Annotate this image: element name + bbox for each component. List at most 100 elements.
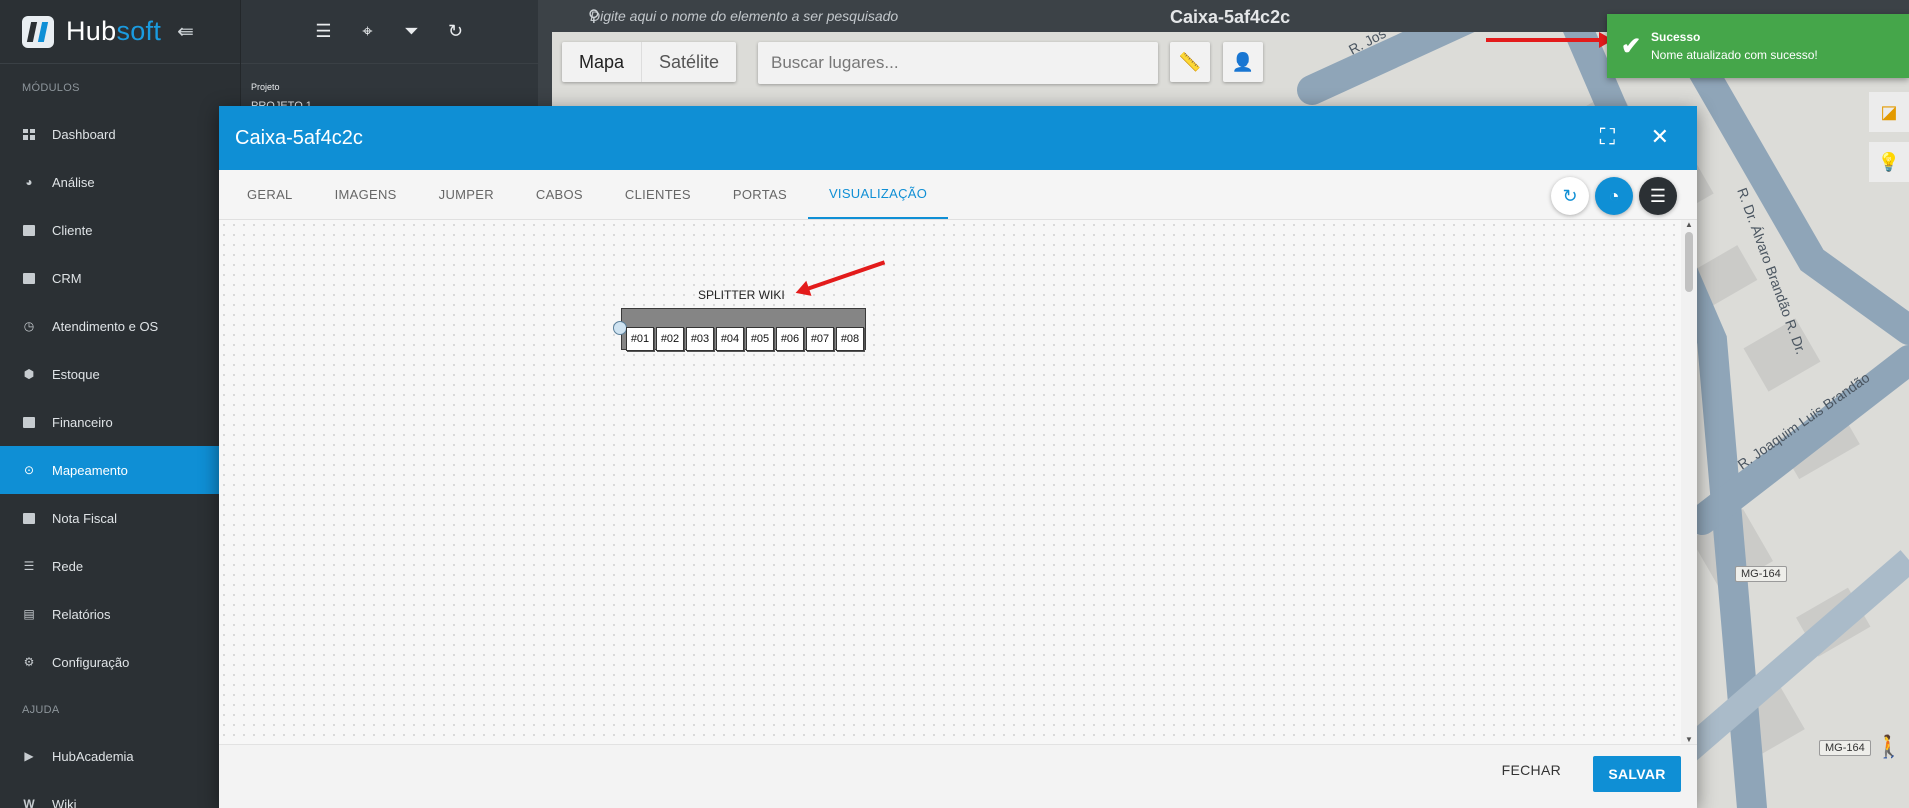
fullscreen-icon[interactable]: ⛶ bbox=[1600, 124, 1615, 150]
report-icon: ▤ bbox=[23, 607, 35, 621]
filter-icon[interactable]: ⏷ bbox=[401, 21, 423, 42]
splitter-port[interactable]: #08 bbox=[836, 327, 864, 351]
success-toast[interactable]: ✔ Sucesso Nome atualizado com sucesso! bbox=[1607, 14, 1909, 78]
scroll-up-icon[interactable]: ▲ bbox=[1685, 220, 1693, 229]
tab-geral[interactable]: GERAL bbox=[219, 170, 314, 219]
sidebar-item-configuracao[interactable]: ⚙ Configuração › bbox=[0, 638, 240, 686]
splitter-ports: #01 #02 #03 #04 #05 #06 #07 #08 bbox=[626, 327, 864, 351]
scrollbar-thumb[interactable] bbox=[1685, 232, 1693, 292]
element-modal: Caixa-5af4c2c ⛶ ✕ GERAL IMAGENS JUMPER C… bbox=[219, 106, 1697, 808]
close-icon[interactable]: ✕ bbox=[1651, 124, 1669, 150]
sidebar-item-mapeamento[interactable]: ⊙ Mapeamento bbox=[0, 446, 219, 494]
sidebar-item-rede[interactable]: ☰ Rede bbox=[0, 542, 240, 590]
sidebar-item-label: Financeiro bbox=[52, 414, 113, 430]
sidebar-item-label: Nota Fiscal bbox=[52, 510, 118, 526]
hubsoft-logo-icon bbox=[22, 15, 54, 48]
canvas-scrollbar[interactable]: ▲ ▼ bbox=[1681, 220, 1697, 744]
splitter-port[interactable]: #04 bbox=[716, 327, 744, 351]
tab-jumper[interactable]: JUMPER bbox=[418, 170, 515, 219]
splitter-port[interactable]: #01 bbox=[626, 327, 654, 351]
calendar-clock-icon: ◷ bbox=[23, 319, 35, 333]
pie-chart-icon: ◕ bbox=[25, 175, 33, 189]
brand-name: Hubsoft bbox=[66, 16, 161, 47]
collapse-sidebar-icon[interactable]: ⇚ bbox=[177, 19, 194, 44]
lightbulb-icon[interactable]: 💡 bbox=[1869, 142, 1909, 182]
search-icon: ⚲ bbox=[588, 8, 600, 25]
sidebar-item-nota-fiscal[interactable]: Nota Fiscal bbox=[0, 494, 240, 542]
brand-name-hub: Hub bbox=[66, 16, 117, 46]
annotation-arrow-icon bbox=[1486, 32, 1613, 48]
sidebar-item-label: Rede bbox=[52, 558, 84, 574]
sidebar-item-label: Análise bbox=[52, 174, 95, 190]
contact-card-icon bbox=[22, 223, 36, 237]
tab-portas[interactable]: PORTAS bbox=[712, 170, 808, 219]
section-title-modules: MÓDULOS bbox=[22, 82, 80, 94]
tab-clientes[interactable]: CLIENTES bbox=[604, 170, 712, 219]
main-sidebar: Hubsoft ⇚ MÓDULOS Dashboard ◕ Análise Cl… bbox=[0, 0, 240, 808]
splitter-block[interactable]: #01 #02 #03 #04 #05 #06 #07 #08 bbox=[613, 308, 866, 351]
dashboard-icon bbox=[22, 127, 36, 141]
splitter-label: SPLITTER WIKI bbox=[698, 288, 785, 302]
sidebar-item-wiki[interactable]: W Wiki bbox=[0, 780, 240, 808]
sidebar-item-label: Mapeamento bbox=[52, 462, 128, 478]
sidebar-item-label: Configuração bbox=[52, 654, 130, 670]
sidebar-item-analise[interactable]: ◕ Análise bbox=[0, 158, 240, 206]
wiki-icon: W bbox=[23, 797, 35, 808]
road-tag: MG-164 bbox=[1819, 740, 1871, 756]
street-view-pegman-icon[interactable]: 🚶 bbox=[1869, 722, 1909, 772]
toast-message: Nome atualizado com sucesso! bbox=[1651, 48, 1818, 62]
sidebar-item-estoque[interactable]: ⬢ Estoque bbox=[0, 350, 240, 398]
splitter-port[interactable]: #05 bbox=[746, 327, 774, 351]
tab-imagens[interactable]: IMAGENS bbox=[314, 170, 418, 219]
element-search-input[interactable]: Digite aqui o nome do elemento a ser pes… bbox=[590, 8, 898, 24]
add-user-icon[interactable]: 👤 bbox=[1223, 42, 1263, 82]
splitter-port[interactable]: #06 bbox=[776, 327, 804, 351]
location-pin-icon[interactable]: ⌖ bbox=[357, 21, 379, 42]
tab-visualizacao[interactable]: VISUALIZAÇÃO bbox=[807, 170, 949, 219]
map-element-title: Caixa-5af4c2c bbox=[1170, 7, 1291, 27]
modal-header: Caixa-5af4c2c ⛶ ✕ bbox=[219, 106, 1697, 170]
sidebar-item-relatorios[interactable]: ▤ Relatórios bbox=[0, 590, 240, 638]
play-icon: ▶ bbox=[24, 749, 34, 763]
sidebar-item-cliente[interactable]: Cliente › bbox=[0, 206, 240, 254]
tab-cabos[interactable]: CABOS bbox=[515, 170, 604, 219]
sidebar-item-financeiro[interactable]: Financeiro bbox=[0, 398, 240, 446]
splitter-port[interactable]: #03 bbox=[686, 327, 714, 351]
sidebar-item-label: HubAcademia bbox=[52, 748, 134, 764]
visualization-canvas[interactable]: SPLITTER WIKI #01 #02 #03 #04 #05 #06 #0… bbox=[219, 220, 1681, 744]
box-icon: ⬢ bbox=[23, 367, 35, 381]
sidebar-item-dashboard[interactable]: Dashboard bbox=[0, 110, 240, 158]
ruler-icon[interactable]: 📏 bbox=[1170, 42, 1210, 82]
money-icon bbox=[22, 415, 36, 429]
sidebar-item-label: Wiki bbox=[52, 796, 77, 808]
menu-icon[interactable]: ☰ bbox=[1639, 177, 1677, 215]
sidebar-item-label: CRM bbox=[52, 270, 82, 286]
places-search-input[interactable] bbox=[758, 42, 1158, 84]
splitter-input-connector[interactable] bbox=[613, 321, 627, 335]
splitter-port[interactable]: #02 bbox=[656, 327, 684, 351]
menu-icon[interactable]: ☰ bbox=[313, 21, 335, 42]
scroll-down-icon[interactable]: ▼ bbox=[1685, 735, 1693, 744]
save-button[interactable]: SALVAR bbox=[1593, 756, 1681, 792]
map-type-toggle: Mapa Satélite bbox=[562, 42, 737, 82]
splitter-port[interactable]: #07 bbox=[806, 327, 834, 351]
refresh-icon[interactable]: ↻ bbox=[1551, 177, 1589, 215]
sidebar-item-atendimento[interactable]: ◷ Atendimento e OS bbox=[0, 302, 240, 350]
tool-panel-toolbar: ☰ ⌖ ⏷ ↻ bbox=[241, 0, 538, 64]
sidebar-item-label: Relatórios bbox=[52, 606, 111, 622]
chart-sync-icon[interactable]: ◔ bbox=[1595, 177, 1633, 215]
layers-icon[interactable]: ◪ bbox=[1869, 92, 1909, 132]
toast-content: Sucesso Nome atualizado com sucesso! bbox=[1651, 30, 1818, 62]
close-button[interactable]: FECHAR bbox=[1502, 762, 1561, 778]
server-icon: ☰ bbox=[23, 559, 35, 573]
refresh-icon[interactable]: ↻ bbox=[445, 21, 467, 42]
sidebar-item-label: Estoque bbox=[52, 366, 100, 382]
map-type-mapa[interactable]: Mapa bbox=[562, 42, 643, 82]
map-type-satelite[interactable]: Satélite bbox=[642, 42, 736, 82]
brand-name-soft: soft bbox=[116, 16, 162, 46]
sidebar-item-hubacademia[interactable]: ▶ HubAcademia bbox=[0, 732, 240, 780]
sidebar-item-crm[interactable]: CRM bbox=[0, 254, 240, 302]
toast-title: Sucesso bbox=[1651, 30, 1701, 44]
sidebar-item-label: Cliente bbox=[52, 222, 93, 238]
crm-icon bbox=[22, 271, 36, 285]
